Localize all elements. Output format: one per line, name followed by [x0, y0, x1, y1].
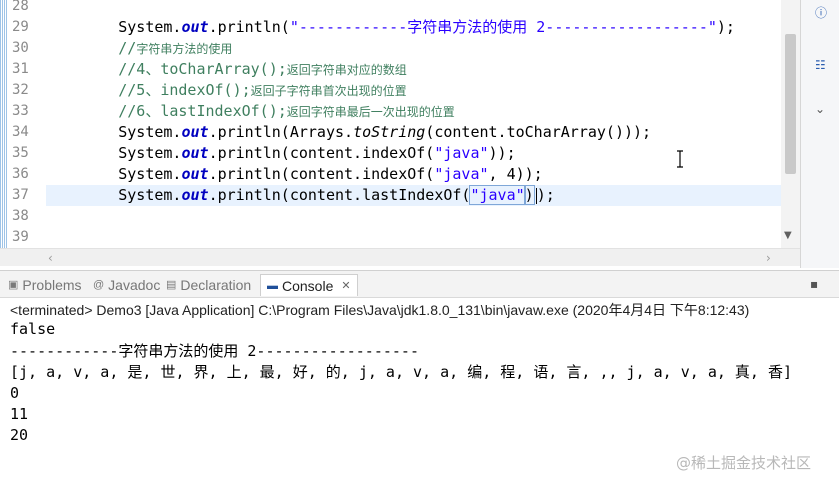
code-token: (content.toCharArray())); — [425, 123, 652, 141]
code-token: )); — [488, 144, 516, 162]
chevron-down-icon[interactable]: ⌄ — [815, 102, 825, 116]
info-icon[interactable]: ⓘ — [815, 4, 827, 21]
tab-javadoc[interactable]: @ Javadoc — [93, 274, 160, 296]
tab-label: Console — [282, 277, 334, 294]
console-output-line: false — [10, 320, 56, 338]
line-number: 29 — [12, 19, 29, 35]
code-token: , 4)); — [488, 165, 543, 183]
editor-horizontal-scrollbar[interactable]: ‹ › — [0, 248, 800, 266]
comment-text: 返回子字符串首次出现的位置 — [250, 84, 407, 98]
console-output-line: ------------字符串方法的使用 2------------------ — [10, 342, 419, 360]
problems-icon: ▣ — [8, 279, 19, 291]
console-tab-bar: ▣ Problems @ Javadoc ▤ Declaration ▬ Con… — [0, 270, 839, 298]
scroll-right-arrow-icon[interactable]: › — [766, 251, 771, 265]
comment-text: 返回字符串对应的数组 — [286, 63, 407, 77]
line-number: 37 — [12, 187, 29, 203]
comment-token: //5、indexOf(); — [118, 81, 251, 99]
line-number: 33 — [12, 103, 29, 119]
code-token: System. — [118, 165, 182, 183]
code-line-37-current[interactable]: System.out.println(content.lastIndexOf("… — [46, 185, 781, 206]
scroll-down-arrow-icon[interactable]: ▼ — [784, 230, 792, 241]
comment-token: // — [118, 39, 137, 57]
editor-vertical-scrollbar[interactable]: ▼ — [781, 0, 800, 248]
line-number: 30 — [12, 40, 29, 56]
comment-token: //4、toCharArray(); — [118, 60, 287, 78]
line-number: 31 — [12, 61, 29, 77]
string-literal: "java" — [434, 165, 489, 183]
code-line-30[interactable]: //字符串方法的使用 — [46, 38, 781, 59]
tab-label: Declaration — [180, 277, 252, 293]
code-token: .println(content.indexOf( — [208, 144, 435, 162]
console-output-line: 0 — [10, 384, 20, 402]
code-line-32[interactable]: //5、indexOf();返回子字符串首次出现的位置 — [46, 80, 781, 101]
console-output-line: 11 — [10, 405, 29, 423]
code-line-35[interactable]: System.out.println(content.indexOf("java… — [46, 143, 781, 164]
editor-left-ruler — [0, 0, 8, 248]
tab-label: Javadoc — [108, 277, 161, 293]
static-method-token: toString — [353, 123, 426, 141]
static-field-token: out — [181, 165, 209, 183]
line-number: 28 — [12, 0, 29, 14]
code-token: .println(Arrays. — [208, 123, 354, 141]
line-number: 34 — [12, 124, 29, 140]
code-token: System. — [118, 144, 182, 162]
code-token: ); — [536, 186, 555, 204]
scrollbar-thumb[interactable] — [785, 34, 796, 174]
code-line-29[interactable]: System.out.println("------------字符串方法的使用… — [46, 17, 781, 38]
static-field-token: out — [181, 123, 209, 141]
tab-label: Problems — [22, 277, 82, 293]
code-token: .println(content.lastIndexOf( — [208, 186, 471, 204]
string-literal: "java" — [434, 144, 489, 162]
comment-text: 返回字符串最后一次出现的位置 — [286, 105, 455, 119]
line-number: 36 — [12, 166, 29, 182]
static-field-token: out — [181, 186, 209, 204]
static-field-token: out — [181, 144, 209, 162]
code-token: System. — [118, 123, 182, 141]
code-line-34[interactable]: System.out.println(Arrays.toString(conte… — [46, 122, 781, 143]
outline-side-panel[interactable]: ⓘ ☷ ⌄ — [800, 0, 839, 268]
comment-text: 字符串方法的使用 — [136, 42, 233, 56]
console-menu-icon[interactable]: ▪ — [810, 277, 818, 291]
javadoc-icon: @ — [93, 279, 105, 291]
outline-icon[interactable]: ☷ — [815, 58, 826, 72]
scroll-left-arrow-icon[interactable]: ‹ — [48, 251, 53, 265]
declaration-icon: ▤ — [166, 279, 177, 291]
string-literal-highlighted: "java" — [469, 185, 526, 205]
code-line-33[interactable]: //6、lastIndexOf();返回字符串最后一次出现的位置 — [46, 101, 781, 122]
console-output-line: [j, a, v, a, 是, 世, 界, 上, 最, 好, 的, j, a, … — [10, 363, 793, 381]
code-token: ); — [716, 18, 735, 36]
close-tab-icon[interactable]: ✕ — [341, 275, 350, 297]
line-number: 32 — [12, 82, 29, 98]
code-token: .println(content.indexOf( — [208, 165, 435, 183]
line-number: 38 — [12, 208, 29, 224]
ibeam-cursor-icon — [676, 150, 684, 168]
code-token: System. — [118, 186, 182, 204]
watermark-text: @稀土掘金技术社区 — [676, 454, 812, 472]
static-field-token: out — [181, 18, 209, 36]
comment-token: //6、lastIndexOf(); — [118, 102, 287, 120]
tab-problems[interactable]: ▣ Problems — [8, 274, 82, 296]
string-literal: "------------字符串方法的使用 2-----------------… — [289, 18, 717, 36]
matching-bracket: ) — [523, 185, 535, 205]
line-number: 39 — [12, 229, 29, 245]
tab-console[interactable]: ▬ Console ✕ — [260, 274, 358, 296]
console-status-line: <terminated> Demo3 [Java Application] C:… — [10, 302, 750, 318]
line-number: 35 — [12, 145, 29, 161]
code-line-31[interactable]: //4、toCharArray();返回字符串对应的数组 — [46, 59, 781, 80]
code-line-36[interactable]: System.out.println(content.indexOf("java… — [46, 164, 781, 185]
code-token: System. — [118, 18, 182, 36]
console-icon: ▬ — [267, 279, 278, 292]
code-editor[interactable]: 28 29 30 31 32 33 34 35 36 37 38 39 Syst… — [0, 0, 800, 248]
console-output-line: 20 — [10, 426, 29, 444]
code-token: .println( — [208, 18, 290, 36]
tab-declaration[interactable]: ▤ Declaration — [166, 274, 251, 296]
